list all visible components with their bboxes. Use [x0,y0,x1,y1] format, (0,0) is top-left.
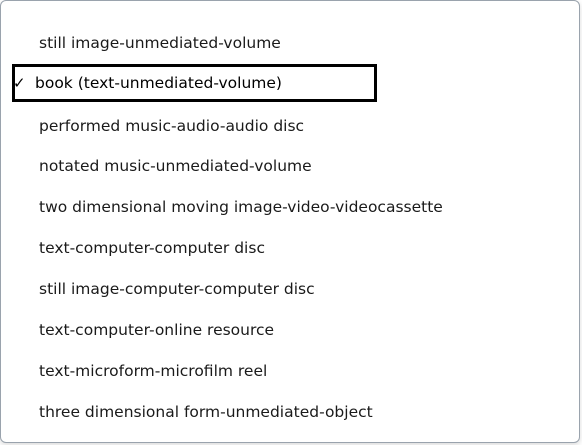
menu-item-text-computer-online-resource[interactable]: text-computer-online resource [1,312,579,348]
menu-item-still-image-unmediated-volume[interactable]: still image-unmediated-volume [1,25,579,61]
menu-item-label: text-microform-microfilm reel [39,362,268,380]
menu-item-label: notated music-unmediated-volume [39,157,312,175]
menu-item-label: two dimensional moving image-video-video… [39,198,443,216]
menu-item-label: three dimensional form-unmediated-object [39,403,373,421]
menu-item-still-image-computer-computer-disc[interactable]: still image-computer-computer disc [1,271,579,307]
menu-item-two-dimensional-moving-image[interactable]: two dimensional moving image-video-video… [1,189,579,225]
menu-item-text-computer-computer-disc[interactable]: text-computer-computer disc [1,230,579,266]
menu-item-performed-music-audio-audio-disc[interactable]: performed music-audio-audio disc [1,108,579,144]
menu-item-label: book (text-unmediated-volume) [35,74,282,92]
menu-item-label: still image-computer-computer disc [39,280,315,298]
menu-item-label: text-computer-online resource [39,321,275,339]
checkmark-icon: ✓ [13,74,26,92]
menu-item-book-selected[interactable]: ✓ book (text-unmediated-volume) [1,65,579,101]
dropdown-menu-popup: still image-unmediated-volume ✓ book (te… [0,0,580,443]
menu-item-label: performed music-audio-audio disc [39,117,305,135]
menu-item-text-microform-microfilm-reel[interactable]: text-microform-microfilm reel [1,353,579,389]
menu-item-label: text-computer-computer disc [39,239,265,257]
menu-item-label: still image-unmediated-volume [39,34,281,52]
menu-item-three-dimensional-form-unmediated-object[interactable]: three dimensional form-unmediated-object [1,394,579,430]
menu-item-notated-music-unmediated-volume[interactable]: notated music-unmediated-volume [1,148,579,184]
